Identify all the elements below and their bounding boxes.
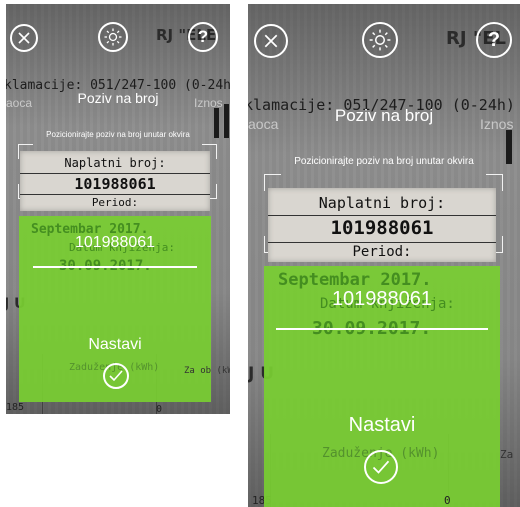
scanner-screen-small: RJ "ELE klamacije: 051/247-100 (0-24h) a… [6, 4, 230, 414]
naplatni-broj-value: 101988061 [74, 175, 156, 193]
scan-result-panel: Septembar 2017. Datum knjiženja: 30.09.2… [19, 216, 211, 402]
recognized-number: 101988061 [331, 288, 433, 310]
scanned-document-area: Naplatni broj: 101988061 Period: [268, 188, 496, 262]
bg-bottom-zero: 0 [156, 404, 163, 414]
naplatni-broj-label: Naplatni broj: [318, 194, 446, 212]
position-hint: Pozicionirajte poziv na broj unutar okvi… [46, 130, 190, 139]
bg-period-month: Septembar 2017. [278, 270, 432, 290]
nastavi-label[interactable]: Nastavi [19, 336, 211, 354]
naplatni-broj-label: Naplatni broj: [64, 156, 166, 170]
bg-bottom-zero: 0 [444, 494, 451, 507]
brightness-button[interactable] [98, 22, 128, 52]
scan-result-panel: Septembar 2017. Datum knjiženja: 30.09.2… [264, 266, 500, 507]
paper-rule [20, 194, 210, 195]
help-button[interactable]: ? [476, 22, 512, 58]
checkmark-icon [372, 460, 390, 474]
recognized-number: 101988061 [74, 234, 156, 251]
position-hint: Pozicionirajte poziv na broj unutar okvi… [294, 156, 474, 167]
close-icon [264, 34, 278, 48]
confirm-button[interactable] [364, 450, 398, 484]
paper-rule [268, 215, 496, 216]
sun-icon [104, 28, 122, 46]
bg-za-ob: Za ob (kW [184, 366, 230, 376]
checkmark-icon [109, 370, 123, 382]
period-label: Period: [352, 244, 412, 260]
help-icon: ? [197, 27, 209, 46]
period-label: Period: [91, 196, 139, 209]
confirm-button[interactable] [103, 363, 129, 389]
result-divider [33, 266, 197, 268]
close-button[interactable] [254, 24, 288, 58]
screen-title: Poziv na broj [334, 106, 434, 125]
close-icon [18, 32, 30, 44]
naplatni-broj-value: 101988061 [330, 217, 434, 239]
help-icon: ? [487, 28, 501, 51]
paper-rule [20, 173, 210, 174]
screen-title: Poziv na broj [77, 90, 159, 106]
result-divider [276, 328, 488, 330]
scanned-document-area: Naplatni broj: 101988061 Period: [20, 151, 210, 211]
sun-icon [369, 29, 391, 51]
brightness-button[interactable] [362, 22, 398, 58]
paper-rule [268, 242, 496, 243]
nastavi-label[interactable]: Nastavi [264, 414, 500, 437]
close-button[interactable] [10, 24, 38, 52]
help-button[interactable]: ? [188, 22, 218, 52]
scanner-screen-large: RJ "EL klamacije: 051/247-100 (0-24h) ao… [248, 4, 520, 507]
bg-za-ob: Za ob (kV [500, 448, 520, 461]
bg-bottom-number: 185 [6, 402, 25, 413]
